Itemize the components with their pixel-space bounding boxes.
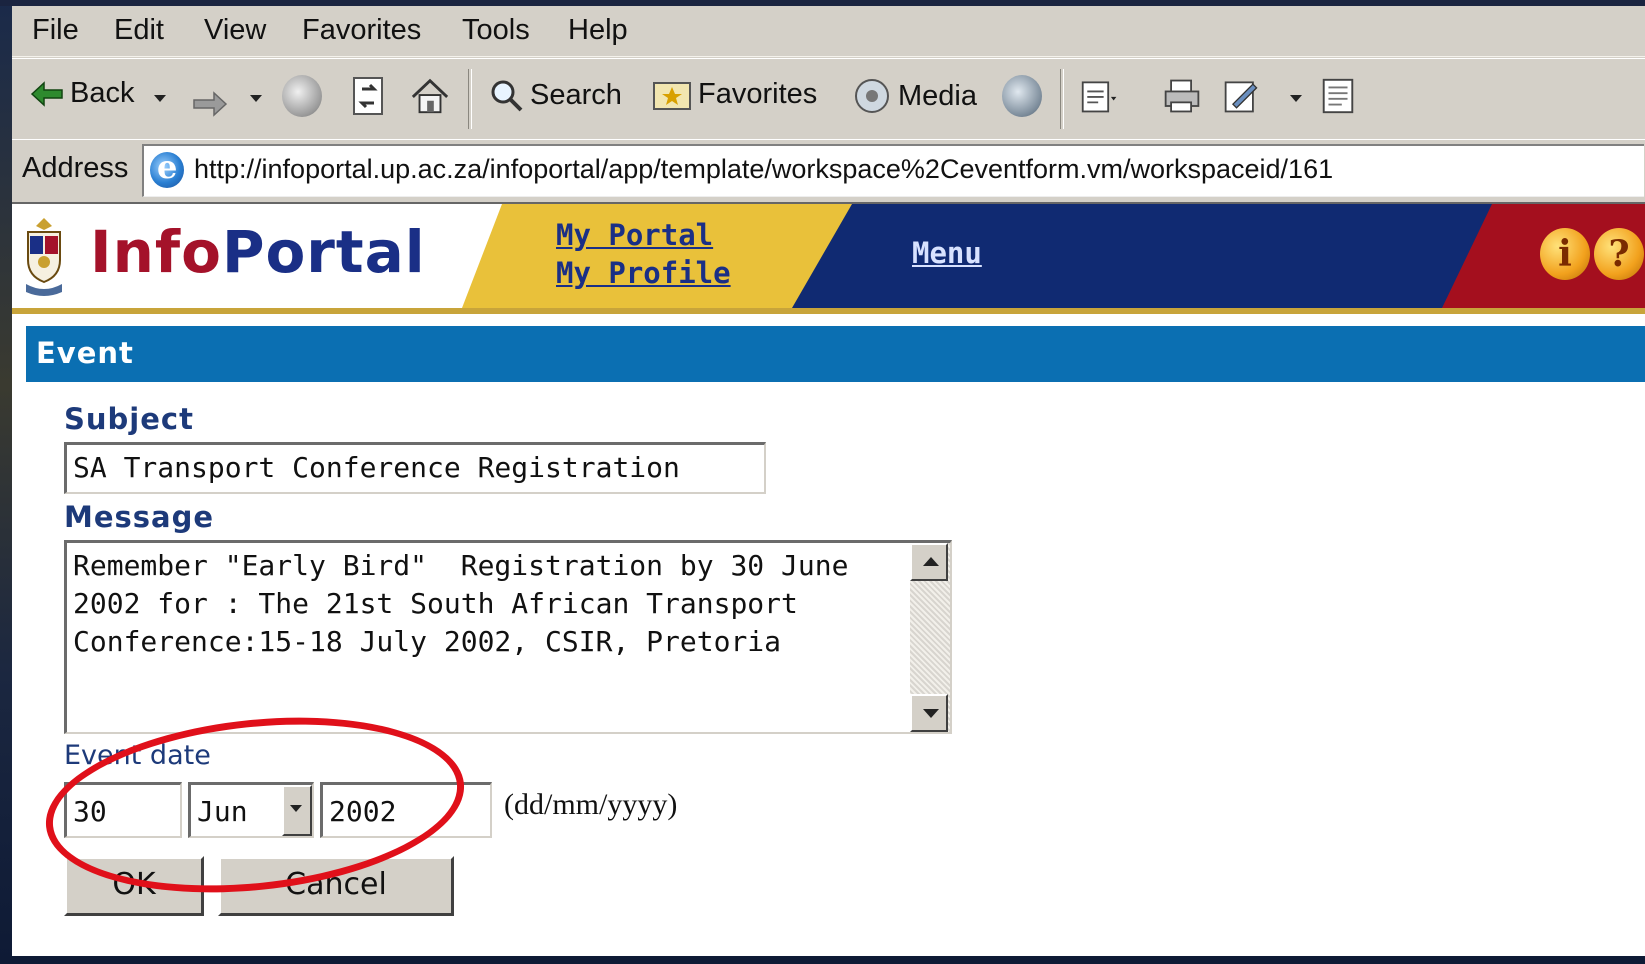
my-profile-link[interactable]: My Profile	[556, 256, 731, 290]
edit-dropdown-icon[interactable]	[1290, 95, 1302, 102]
info-icon[interactable]: i	[1540, 228, 1590, 280]
discuss-icon[interactable]	[1318, 75, 1358, 117]
month-value: Jun	[197, 795, 248, 828]
year-input[interactable]: 2002	[320, 782, 492, 838]
back-label: Back	[70, 77, 135, 109]
forward-dropdown-icon[interactable]	[250, 95, 262, 102]
message-textarea[interactable]: Remember "Early Bird" Registration by 30…	[64, 540, 952, 734]
menu-bar: File Edit View Favorites Tools Help	[12, 6, 1645, 57]
address-bar: Address http://infoportal.up.ac.za/infop…	[12, 139, 1645, 200]
ok-button[interactable]: OK	[64, 856, 204, 916]
home-icon[interactable]	[410, 75, 450, 117]
event-date-label: Event date	[64, 740, 211, 771]
toolbar-separator	[468, 69, 472, 129]
mail-icon[interactable]	[1080, 75, 1120, 117]
menu-edit[interactable]: Edit	[114, 14, 164, 47]
menu-help[interactable]: Help	[568, 14, 628, 47]
page-content: InfoPortal My Portal My Profile Menu i ?…	[12, 202, 1645, 956]
search-label: Search	[530, 78, 622, 111]
month-dropdown-button[interactable]	[282, 785, 312, 836]
message-scrollbar[interactable]	[910, 543, 950, 732]
refresh-icon[interactable]	[348, 75, 388, 117]
favorites-icon	[653, 82, 691, 110]
logo-info-text: Info	[90, 218, 222, 286]
stop-icon[interactable]	[282, 75, 322, 117]
year-value: 2002	[329, 795, 397, 828]
address-input[interactable]: http://infoportal.up.ac.za/infoportal/ap…	[142, 144, 1644, 197]
help-icon[interactable]: ?	[1594, 228, 1644, 280]
toolbar-separator	[1060, 69, 1064, 129]
media-label: Media	[898, 79, 977, 112]
desktop-background-bottom	[0, 956, 1645, 964]
month-select[interactable]: Jun	[188, 782, 314, 838]
scroll-down-button[interactable]	[910, 694, 948, 732]
menu-tools[interactable]: Tools	[462, 14, 530, 47]
chevron-down-icon	[290, 805, 302, 812]
infoportal-header: InfoPortal My Portal My Profile Menu i ?	[12, 204, 1645, 308]
edit-icon[interactable]	[1222, 75, 1262, 117]
history-icon[interactable]	[1002, 75, 1042, 117]
subject-value: SA Transport Conference Registration	[73, 451, 680, 484]
back-dropdown-icon[interactable]	[154, 95, 166, 102]
forward-arrow-icon[interactable]	[190, 83, 230, 125]
message-value: Remember "Early Bird" Registration by 30…	[73, 549, 866, 658]
browser-toolbar: Back Search Favorites Media	[12, 58, 1645, 140]
address-url: http://infoportal.up.ac.za/infoportal/ap…	[194, 154, 1334, 184]
subject-input[interactable]: SA Transport Conference Registration	[64, 442, 766, 494]
university-crest-icon	[26, 218, 62, 296]
day-value: 30	[73, 795, 107, 828]
section-title: Event	[36, 336, 134, 370]
menu-favorites[interactable]: Favorites	[302, 14, 421, 47]
menu-file[interactable]: File	[32, 14, 79, 47]
logo-portal-text: Portal	[221, 218, 426, 286]
day-input[interactable]: 30	[64, 782, 182, 838]
desktop-background	[0, 0, 12, 964]
media-button[interactable]: Media	[852, 77, 977, 115]
menu-link[interactable]: Menu	[912, 236, 982, 270]
search-icon	[491, 80, 523, 112]
menu-view[interactable]: View	[204, 14, 266, 47]
header-divider	[12, 308, 1645, 314]
back-arrow-icon	[30, 80, 63, 107]
print-icon[interactable]	[1162, 75, 1202, 117]
scroll-up-button[interactable]	[910, 543, 948, 581]
infoportal-logo: InfoPortal	[90, 218, 426, 286]
back-button[interactable]: Back	[30, 77, 134, 110]
subject-label: Subject	[64, 402, 194, 436]
media-icon	[855, 79, 889, 113]
favorites-label: Favorites	[698, 77, 818, 110]
favorites-button[interactable]: Favorites	[652, 77, 817, 111]
section-title-bar: Event	[26, 326, 1645, 382]
page-icon	[150, 148, 184, 188]
date-format-hint: (dd/mm/yyyy)	[504, 788, 678, 821]
scroll-down-icon	[923, 709, 939, 718]
cancel-button[interactable]: Cancel	[218, 856, 454, 916]
my-portal-link[interactable]: My Portal	[556, 218, 713, 252]
message-label: Message	[64, 500, 215, 534]
search-button[interactable]: Search	[488, 77, 622, 113]
browser-window: File Edit View Favorites Tools Help Back…	[12, 6, 1645, 956]
address-label: Address	[22, 152, 129, 184]
scroll-up-icon	[923, 557, 939, 566]
